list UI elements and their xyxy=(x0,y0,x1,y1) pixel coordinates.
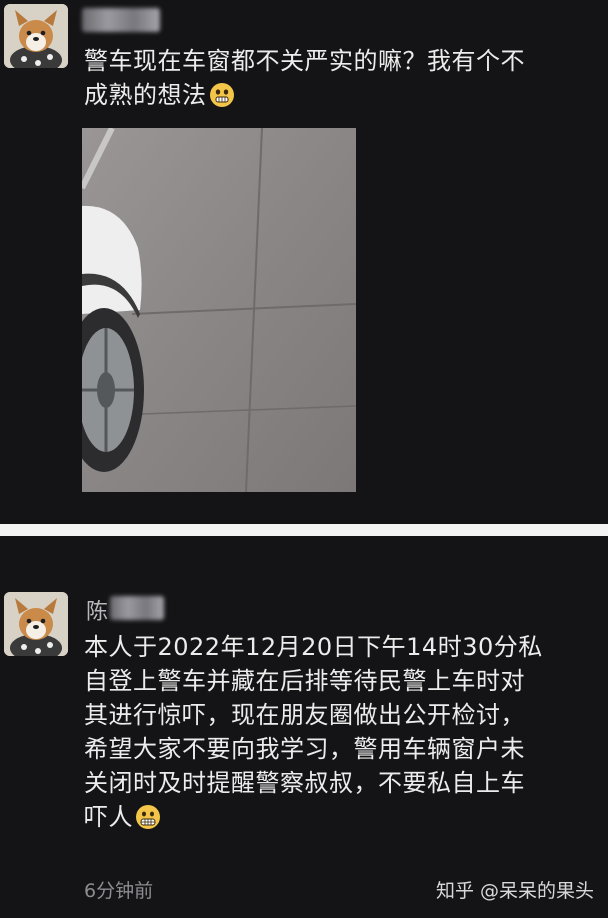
dog-avatar-icon xyxy=(4,592,68,656)
message-text: 本人于2022年12月20日下午14时30分私 自登上警车并藏在后排等待民警上车… xyxy=(84,630,594,834)
message-line: 希望大家不要向我学习，警用车辆窗户未 xyxy=(84,735,525,763)
message-line: 成熟的想法 xyxy=(84,81,207,109)
dog-avatar-icon xyxy=(4,4,68,68)
message-line: 关闭时及时提醒警察叔叔，不要私自上车 xyxy=(84,769,525,797)
username-blurred[interactable] xyxy=(110,596,164,620)
username-blurred[interactable] xyxy=(82,8,160,32)
grimacing-face-emoji-icon xyxy=(136,805,160,829)
message-line: 警车现在车窗都不关严实的嘛？我有个不 xyxy=(84,47,525,75)
username-visible[interactable]: 陈 xyxy=(86,594,108,626)
post-bottom: 陈 本人于2022年12月20日下午14时30分私 自登上警车并藏在后排等待民警… xyxy=(0,536,608,918)
avatar[interactable] xyxy=(4,4,68,68)
message-line: 吓人 xyxy=(84,803,133,831)
message-line: 本人于2022年12月20日下午14时30分私 xyxy=(84,633,543,661)
attached-photo[interactable] xyxy=(82,128,356,492)
avatar[interactable] xyxy=(4,592,68,656)
divider xyxy=(0,524,608,536)
post-top: 警车现在车窗都不关严实的嘛？我有个不 成熟的想法 xyxy=(0,0,608,524)
nervous-face-emoji-icon xyxy=(209,83,234,107)
message-line: 其进行惊吓，现在朋友圈做出公开检讨， xyxy=(84,701,525,729)
message-text: 警车现在车窗都不关严实的嘛？我有个不 成熟的想法 xyxy=(84,44,594,112)
timestamp: 6分钟前 xyxy=(84,880,154,902)
message-line-with-emoji: 吓人 xyxy=(84,800,594,834)
message-line-with-emoji: 成熟的想法 xyxy=(84,78,594,112)
watermark: 知乎 @呆呆的果头 xyxy=(435,880,594,902)
message-line: 自登上警车并藏在后排等待民警上车时对 xyxy=(84,667,525,695)
car-window-photo xyxy=(82,128,356,492)
